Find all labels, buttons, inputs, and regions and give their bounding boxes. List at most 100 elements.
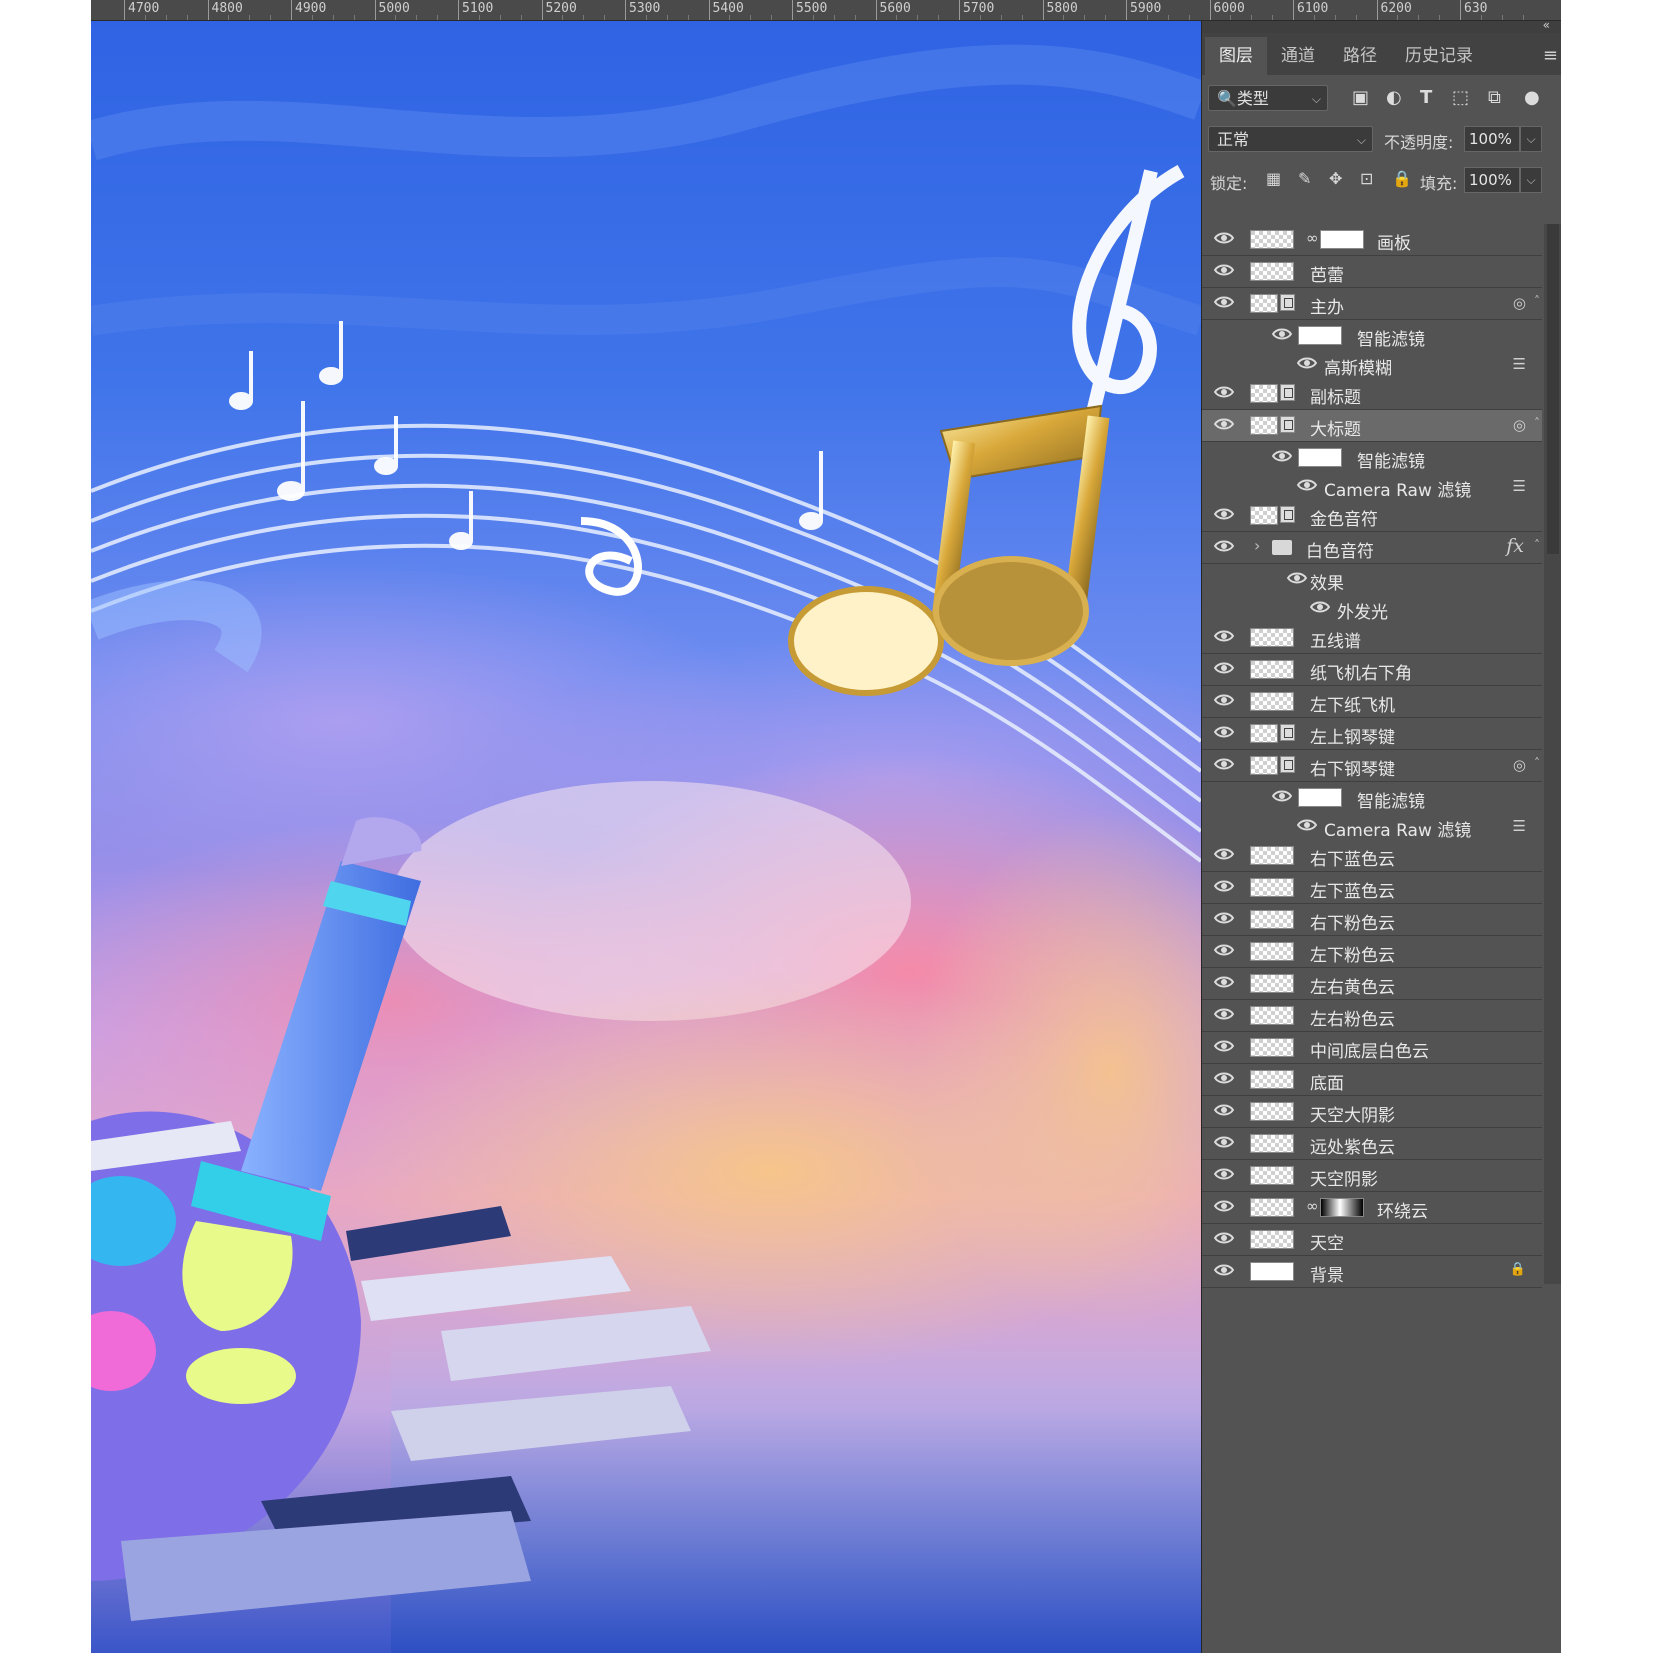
- layer-row[interactable]: 金色音符: [1202, 500, 1542, 532]
- eye-icon[interactable]: [1213, 506, 1235, 520]
- lock-position-icon[interactable]: ✥: [1329, 169, 1342, 188]
- mask-thumbnail[interactable]: [1320, 230, 1364, 249]
- eye-icon[interactable]: [1213, 538, 1235, 552]
- eye-icon[interactable]: [1213, 1262, 1235, 1276]
- eye-icon[interactable]: [1213, 878, 1235, 892]
- mask-thumbnail[interactable]: [1320, 1198, 1364, 1217]
- eye-icon[interactable]: [1271, 326, 1293, 340]
- layer-thumbnail[interactable]: [1250, 506, 1278, 525]
- collapse-effects-icon[interactable]: ˄: [1534, 538, 1540, 552]
- eye-icon[interactable]: [1309, 599, 1331, 613]
- layer-thumbnail[interactable]: [1250, 1198, 1294, 1217]
- eye-icon[interactable]: [1213, 974, 1235, 988]
- image-filter-icon[interactable]: ▣: [1352, 87, 1369, 108]
- layer-thumbnail[interactable]: [1250, 1262, 1294, 1281]
- eye-icon[interactable]: [1213, 1038, 1235, 1052]
- layer-thumbnail[interactable]: [1250, 910, 1294, 929]
- filter-options-icon[interactable]: ☰: [1513, 355, 1526, 373]
- fill-field[interactable]: 100%: [1464, 167, 1520, 193]
- collapse-filters-icon[interactable]: ˄: [1534, 294, 1540, 308]
- collapse-filters-icon[interactable]: ˄: [1534, 756, 1540, 770]
- layer-row[interactable]: 左下蓝色云: [1202, 872, 1542, 904]
- eye-icon[interactable]: [1213, 1102, 1235, 1116]
- opacity-dropdown-icon[interactable]: ⌵: [1520, 126, 1542, 152]
- layer-row[interactable]: 效果: [1202, 564, 1542, 594]
- layer-thumbnail[interactable]: [1250, 878, 1294, 897]
- layer-thumbnail[interactable]: [1250, 1134, 1294, 1153]
- layer-thumbnail[interactable]: [1250, 692, 1294, 711]
- filter-options-icon[interactable]: ☰: [1513, 817, 1526, 835]
- layer-row[interactable]: 左右黄色云: [1202, 968, 1542, 1000]
- layer-row[interactable]: 外发光: [1202, 593, 1542, 623]
- eye-icon[interactable]: [1213, 384, 1235, 398]
- layer-row[interactable]: 芭蕾: [1202, 256, 1542, 288]
- layer-row[interactable]: ∞ 环绕云: [1202, 1192, 1542, 1224]
- fx-icon[interactable]: fx: [1506, 535, 1524, 557]
- layer-row[interactable]: 天空大阴影: [1202, 1096, 1542, 1128]
- eye-icon[interactable]: [1213, 628, 1235, 642]
- eye-icon[interactable]: [1213, 294, 1235, 308]
- eye-icon[interactable]: [1213, 756, 1235, 770]
- eye-icon[interactable]: [1286, 570, 1308, 584]
- shape-filter-icon[interactable]: ⬚: [1452, 87, 1469, 108]
- layer-row[interactable]: 左上钢琴键: [1202, 718, 1542, 750]
- layer-row[interactable]: 背景 🔒: [1202, 1256, 1542, 1288]
- tab-history[interactable]: 历史记录: [1391, 37, 1487, 75]
- link-icon[interactable]: ∞: [1306, 1197, 1319, 1215]
- layer-thumbnail[interactable]: [1250, 628, 1294, 647]
- lock-all-icon[interactable]: 🔒: [1392, 169, 1412, 188]
- layer-row[interactable]: 天空: [1202, 1224, 1542, 1256]
- eye-icon[interactable]: [1213, 1198, 1235, 1212]
- layer-thumbnail[interactable]: [1250, 230, 1294, 249]
- smart-object-filter-icon[interactable]: ⧉: [1488, 87, 1501, 108]
- eye-icon[interactable]: [1213, 230, 1235, 244]
- layer-row[interactable]: ∞ 画板: [1202, 224, 1542, 256]
- eye-icon[interactable]: [1213, 262, 1235, 276]
- layer-row[interactable]: 中间底层白色云: [1202, 1032, 1542, 1064]
- lock-transparency-icon[interactable]: ▦: [1266, 169, 1281, 188]
- scrollbar-thumb[interactable]: [1547, 224, 1559, 554]
- layer-row[interactable]: 天空阴影: [1202, 1160, 1542, 1192]
- layer-thumbnail[interactable]: [1250, 846, 1294, 865]
- layer-row[interactable]: 副标题: [1202, 378, 1542, 410]
- eye-icon[interactable]: [1213, 846, 1235, 860]
- eye-icon[interactable]: [1296, 817, 1318, 831]
- eye-icon[interactable]: [1213, 416, 1235, 430]
- layer-thumbnail[interactable]: [1250, 1038, 1294, 1057]
- eye-icon[interactable]: [1213, 1134, 1235, 1148]
- layer-row[interactable]: 底面: [1202, 1064, 1542, 1096]
- eye-icon[interactable]: [1271, 788, 1293, 802]
- layer-row[interactable]: 右下粉色云: [1202, 904, 1542, 936]
- eye-icon[interactable]: [1213, 1166, 1235, 1180]
- eye-icon[interactable]: [1213, 1230, 1235, 1244]
- filter-mask-thumbnail[interactable]: [1298, 448, 1342, 467]
- layer-row[interactable]: › 白色音符 fx ˄: [1202, 532, 1542, 564]
- eye-icon[interactable]: [1213, 660, 1235, 674]
- layer-row[interactable]: 智能滤镜: [1202, 782, 1542, 812]
- lock-brush-icon[interactable]: ✎: [1298, 169, 1311, 188]
- collapse-filters-icon[interactable]: ˄: [1534, 416, 1540, 430]
- layer-row[interactable]: 大标题 ◎ ˄: [1202, 410, 1542, 442]
- layer-thumbnail[interactable]: [1250, 1230, 1294, 1249]
- panel-menu-icon[interactable]: ≡: [1543, 45, 1558, 66]
- layer-thumbnail[interactable]: [1250, 1006, 1294, 1025]
- layer-thumbnail[interactable]: [1250, 942, 1294, 961]
- layer-row[interactable]: 五线谱: [1202, 622, 1542, 654]
- opacity-field[interactable]: 100%: [1464, 126, 1520, 152]
- eye-icon[interactable]: [1213, 942, 1235, 956]
- horizontal-ruler[interactable]: 4700 4800 4900 5000 5100 5200 5300 5400 5500 5600…: [91, 0, 1561, 21]
- layer-row[interactable]: 智能滤镜: [1202, 320, 1542, 350]
- eye-icon[interactable]: [1213, 1006, 1235, 1020]
- adjustment-filter-icon[interactable]: ◐: [1386, 87, 1402, 108]
- layer-thumbnail[interactable]: [1250, 974, 1294, 993]
- layer-thumbnail[interactable]: [1250, 1070, 1294, 1089]
- filter-options-icon[interactable]: ☰: [1513, 477, 1526, 495]
- eye-icon[interactable]: [1213, 1070, 1235, 1084]
- layer-thumbnail[interactable]: [1250, 1102, 1294, 1121]
- filter-mask-thumbnail[interactable]: [1298, 326, 1342, 345]
- layer-thumbnail[interactable]: [1250, 416, 1278, 435]
- layer-thumbnail[interactable]: [1250, 294, 1278, 313]
- layer-row[interactable]: 左下纸飞机: [1202, 686, 1542, 718]
- eye-icon[interactable]: [1296, 355, 1318, 369]
- blend-mode-select[interactable]: 正常 ⌵: [1208, 126, 1373, 152]
